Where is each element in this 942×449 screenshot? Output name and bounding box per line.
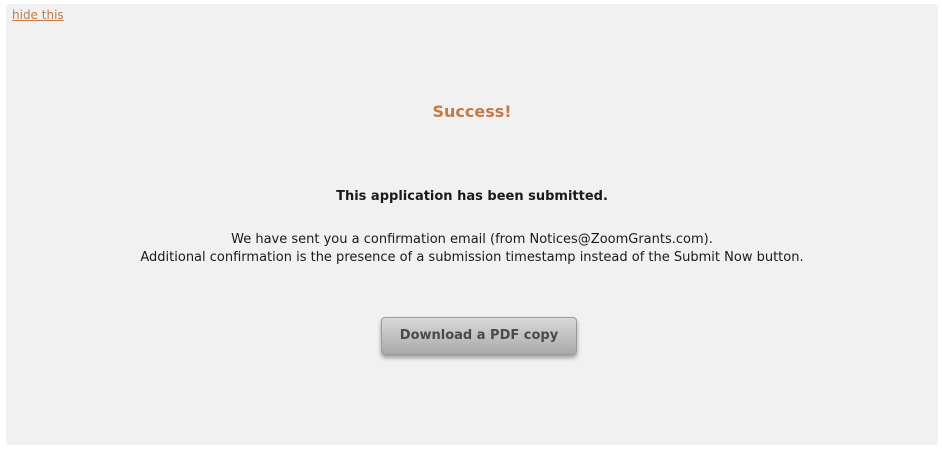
download-pdf-button[interactable]: Download a PDF copy bbox=[381, 317, 577, 355]
hide-this-link[interactable]: hide this bbox=[12, 8, 64, 22]
success-panel: hide this Success! This application has … bbox=[6, 4, 938, 445]
submitted-message: This application has been submitted. bbox=[336, 189, 608, 204]
confirmation-timestamp-text: Additional confirmation is the presence … bbox=[140, 250, 804, 265]
success-title: Success! bbox=[432, 102, 512, 121]
confirmation-email-text: We have sent you a confirmation email (f… bbox=[231, 232, 713, 247]
